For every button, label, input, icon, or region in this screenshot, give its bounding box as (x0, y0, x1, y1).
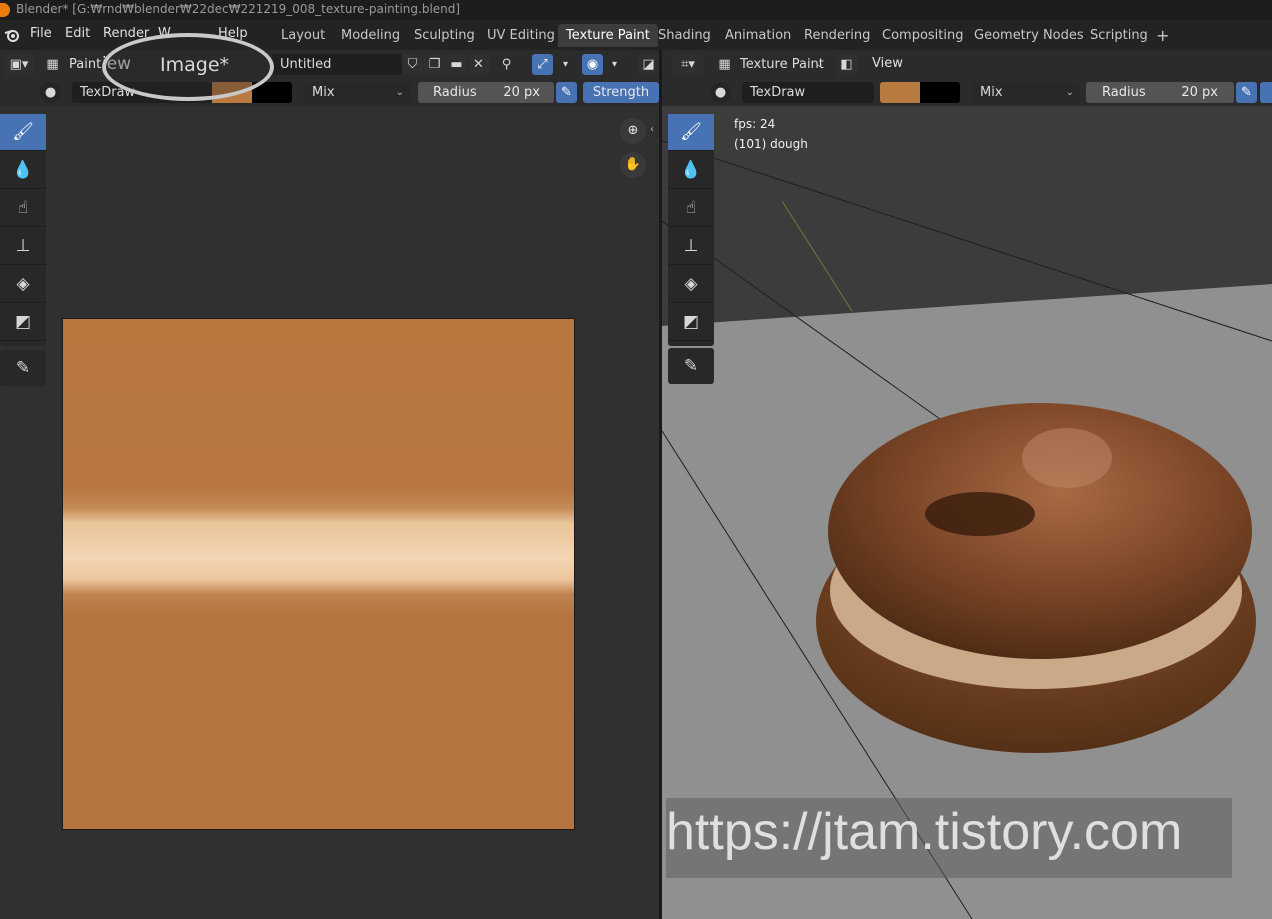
blend-mode-label: Mix (312, 85, 335, 100)
primary-color-swatch[interactable] (880, 82, 920, 103)
pin-icon[interactable]: ⚲ (496, 54, 517, 75)
gizmo-toggle-icon[interactable]: ◪ (638, 54, 659, 75)
canvas-source-icon[interactable]: ◧ (836, 54, 857, 75)
menu-view[interactable]: View (872, 56, 903, 71)
open-image-folder-icon[interactable]: ▬ (446, 54, 467, 75)
blender-logo-icon (0, 3, 10, 17)
image-menu-highlight-circle: Image* (102, 33, 274, 101)
tab-shading[interactable]: Shading (650, 24, 719, 47)
strength-slider[interactable]: Strength (583, 82, 659, 103)
smear-tool-icon[interactable]: ☝ (668, 190, 714, 227)
watermark-banner: https://jtam.tistory.com (666, 798, 1232, 878)
tab-rendering[interactable]: Rendering (796, 24, 878, 47)
fill-tool-icon[interactable]: ◈ (0, 266, 46, 303)
uv-sync-icon[interactable]: ⤢ (532, 54, 553, 75)
watermark-text: https://jtam.tistory.com (666, 803, 1183, 861)
blender-menu-icon[interactable] (4, 27, 20, 43)
tab-geometry-nodes[interactable]: Geometry Nodes (966, 24, 1092, 47)
chevron-down-icon[interactable]: ▾ (604, 54, 625, 75)
image-editor-header: ▣▾ ▦ Paint iew Untitled ⛉ ❐ ▬ ✕ ⚲ ⤢ ▾ ◉ … (0, 50, 659, 106)
fill-tool-icon[interactable]: ◈ (668, 266, 714, 303)
strength-slider[interactable] (1260, 82, 1272, 103)
brush-name-field[interactable]: TexDraw (742, 82, 874, 103)
radius-slider[interactable]: Radius 20 px (418, 82, 554, 103)
tab-scripting[interactable]: Scripting (1082, 24, 1156, 47)
mask-tool-icon[interactable]: ◩ (668, 304, 714, 341)
image-toolbar: 🖌 💧 ☝ ⊥ ◈ ◩ (0, 114, 46, 346)
draw-brush-tool-icon[interactable]: 🖌 (668, 114, 714, 151)
pressure-pen-icon[interactable]: ✎ (556, 82, 577, 103)
editor-type-icon[interactable]: ⌗▾ (672, 54, 704, 75)
radius-label: Radius (1102, 85, 1146, 100)
tab-animation[interactable]: Animation (717, 24, 799, 47)
pressure-pen-icon[interactable]: ✎ (1236, 82, 1257, 103)
draw-brush-tool-icon[interactable]: 🖌 (0, 114, 46, 151)
chevron-left-icon[interactable]: ‹ (650, 124, 654, 135)
texture-paint-mode-icon: ▦ (46, 57, 59, 72)
mode-label: Texture Paint (740, 57, 824, 72)
radius-label: Radius (433, 85, 477, 100)
annotate-toolbar: ✎ (0, 350, 46, 386)
chevron-down-icon[interactable]: ▾ (555, 54, 576, 75)
strength-label: Strength (592, 85, 650, 100)
tab-compositing[interactable]: Compositing (874, 24, 972, 47)
soften-tool-icon[interactable]: 💧 (668, 152, 714, 189)
smear-tool-icon[interactable]: ☝ (0, 190, 46, 227)
tab-texture-paint[interactable]: Texture Paint (558, 24, 658, 47)
tab-sculpting[interactable]: Sculpting (406, 24, 483, 47)
add-workspace-icon[interactable]: + (1148, 24, 1177, 47)
viewport-toolbar: 🖌 💧 ☝ ⊥ ◈ ◩ (668, 114, 714, 346)
pan-hand-icon[interactable]: ✋ (620, 152, 646, 178)
tab-layout[interactable]: Layout (273, 24, 333, 47)
blend-mode-label: Mix (980, 85, 1003, 100)
image-name-field[interactable]: Untitled (272, 54, 402, 75)
window-title: Blender* [G:₩rnd₩blender₩22dec₩221219_00… (16, 2, 461, 16)
blend-mode-dropdown[interactable]: Mix ⌄ (304, 82, 410, 103)
editor-type-icon[interactable]: ▣▾ (4, 54, 34, 75)
radius-value: 20 px (503, 85, 540, 100)
fps-readout: fps: 24 (734, 117, 776, 131)
clone-tool-icon[interactable]: ⊥ (668, 228, 714, 265)
active-object-label: (101) dough (734, 137, 808, 151)
dough-hole (925, 492, 1035, 536)
annotate-tool-icon[interactable]: ✎ (668, 348, 714, 385)
tab-modeling[interactable]: Modeling (333, 24, 408, 47)
brush-preview-icon[interactable]: ● (710, 82, 731, 103)
paint-mode-label[interactable]: Paint (69, 57, 101, 72)
clone-tool-icon[interactable]: ⊥ (0, 228, 46, 265)
annotate-tool-icon[interactable]: ✎ (0, 350, 46, 387)
mode-dropdown[interactable]: Texture Paint ⌄ (732, 54, 830, 75)
blend-mode-dropdown[interactable]: Mix ⌄ (972, 82, 1080, 103)
dough-highlight (1022, 428, 1112, 488)
zoom-icon[interactable]: ⊕ (620, 118, 646, 144)
new-image-icon[interactable]: ❐ (424, 54, 445, 75)
painted-texture-image[interactable] (62, 318, 575, 830)
tab-uv-editing[interactable]: UV Editing (479, 24, 563, 47)
chevron-down-icon: ⌄ (1065, 87, 1074, 98)
radius-value: 20 px (1181, 85, 1218, 100)
viewport-header: ⌗▾ ▦ Texture Paint ⌄ ◧ View ● TexDraw Mi… (662, 50, 1272, 106)
radius-slider[interactable]: Radius 20 px (1086, 82, 1234, 103)
soften-tool-icon[interactable]: 💧 (0, 152, 46, 189)
menu-image[interactable]: Image* (160, 54, 229, 76)
chevron-down-icon: ⌄ (395, 87, 404, 98)
unlink-image-close-icon[interactable]: ✕ (468, 54, 489, 75)
chevron-down-icon: ⌄ (815, 59, 824, 70)
brush-preview-icon[interactable]: ● (40, 82, 61, 103)
menu-edit[interactable]: Edit (65, 26, 90, 41)
title-bar: Blender* [G:₩rnd₩blender₩22dec₩221219_00… (0, 0, 1272, 20)
annotate-toolbar: ✎ (668, 348, 714, 384)
secondary-color-swatch[interactable] (920, 82, 960, 103)
fake-user-shield-icon[interactable]: ⛉ (402, 54, 423, 75)
overlay-toggle-icon[interactable]: ◉ (582, 54, 603, 75)
menu-file[interactable]: File (30, 26, 52, 41)
mask-tool-icon[interactable]: ◩ (0, 304, 46, 341)
